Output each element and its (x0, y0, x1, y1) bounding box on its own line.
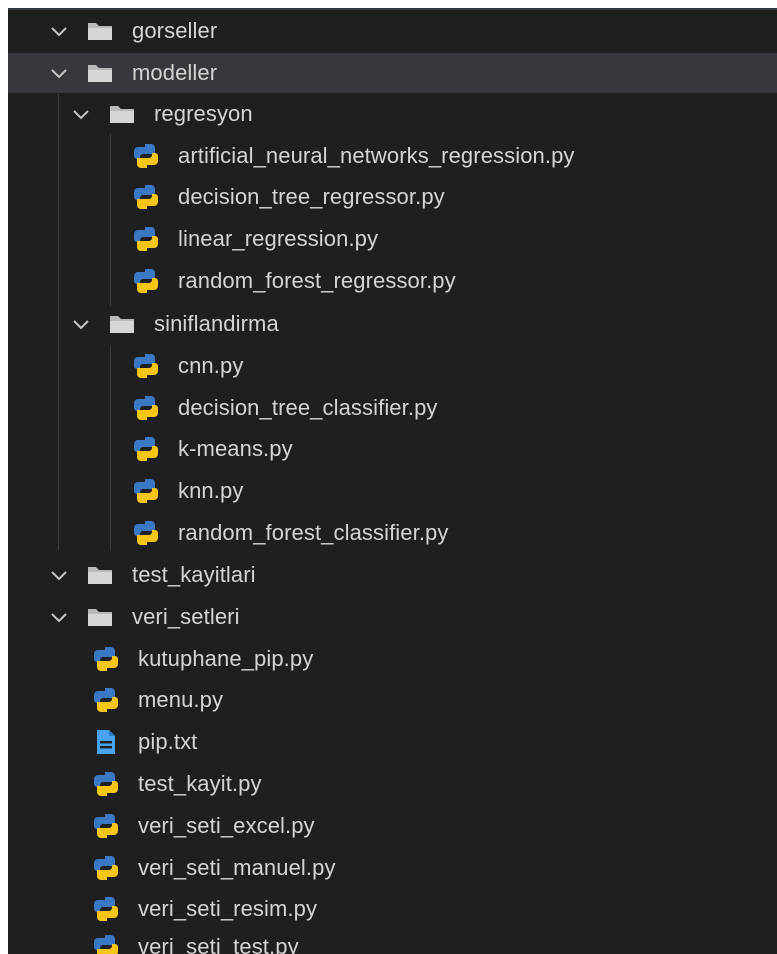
file-label: random_forest_classifier.py (178, 520, 449, 545)
file-row[interactable]: veri_seti_manuel.py (8, 848, 777, 888)
file-row[interactable]: decision_tree_regressor.py (8, 177, 777, 217)
file-explorer-tree: gorseller modeller regresyon artificial_… (8, 8, 777, 954)
python-icon (92, 812, 120, 840)
python-icon (92, 686, 120, 714)
file-row[interactable]: decision_tree_classifier.py (8, 388, 777, 428)
chevron-down-icon[interactable] (70, 313, 92, 335)
file-label: veri_seti_excel.py (138, 813, 315, 838)
folder-icon (86, 564, 114, 586)
file-row[interactable]: test_kayit.py (8, 764, 777, 804)
folder-regresyon[interactable]: regresyon (8, 94, 777, 134)
python-icon (92, 854, 120, 882)
folder-label: siniflandirma (154, 311, 279, 336)
text-file-icon (92, 728, 120, 756)
python-icon (132, 267, 160, 295)
file-row[interactable]: menu.py (8, 680, 777, 720)
folder-modeller[interactable]: modeller (8, 53, 777, 93)
file-row[interactable]: kutuphane_pip.py (8, 639, 777, 679)
python-icon (132, 352, 160, 380)
folder-label: veri_setleri (132, 604, 240, 629)
chevron-down-icon[interactable] (48, 564, 70, 586)
folder-label: modeller (132, 60, 218, 85)
file-row[interactable]: random_forest_classifier.py (8, 513, 777, 553)
file-label: veri_seti_test.py (138, 934, 299, 954)
python-icon (92, 770, 120, 798)
file-row[interactable]: veri_seti_excel.py (8, 806, 777, 846)
python-icon (132, 477, 160, 505)
folder-label: test_kayitlari (132, 562, 256, 587)
file-row[interactable]: linear_regression.py (8, 219, 777, 259)
file-label: kutuphane_pip.py (138, 646, 314, 671)
chevron-down-icon[interactable] (48, 606, 70, 628)
file-row[interactable]: pip.txt (8, 722, 777, 762)
folder-veri-setleri[interactable]: veri_setleri (8, 597, 777, 637)
file-label: decision_tree_regressor.py (178, 184, 445, 209)
folder-label: regresyon (154, 101, 253, 126)
file-label: random_forest_regressor.py (178, 268, 456, 293)
file-row[interactable]: cnn.py (8, 346, 777, 386)
file-label: pip.txt (138, 729, 198, 754)
file-row[interactable]: veri_seti_test.py (8, 927, 777, 954)
file-label: cnn.py (178, 353, 244, 378)
folder-label: gorseller (132, 18, 218, 43)
chevron-down-icon[interactable] (70, 103, 92, 125)
python-icon (132, 225, 160, 253)
file-label: decision_tree_classifier.py (178, 395, 438, 420)
python-icon (92, 933, 120, 954)
folder-icon (108, 103, 136, 125)
chevron-down-icon[interactable] (48, 62, 70, 84)
file-row[interactable]: random_forest_regressor.py (8, 261, 777, 301)
python-icon (132, 142, 160, 170)
file-label: menu.py (138, 687, 224, 712)
python-icon (132, 435, 160, 463)
file-label: k-means.py (178, 436, 293, 461)
folder-test-kayitlari[interactable]: test_kayitlari (8, 555, 777, 595)
folder-icon (86, 20, 114, 42)
file-row[interactable]: veri_seti_resim.py (8, 889, 777, 929)
folder-siniflandirma[interactable]: siniflandirma (8, 304, 777, 344)
python-icon (132, 183, 160, 211)
folder-icon (108, 313, 136, 335)
file-label: veri_seti_resim.py (138, 896, 318, 921)
folder-gorseller[interactable]: gorseller (8, 11, 777, 51)
chevron-down-icon[interactable] (48, 20, 70, 42)
file-row[interactable]: knn.py (8, 471, 777, 511)
file-label: knn.py (178, 478, 244, 503)
file-label: linear_regression.py (178, 226, 379, 251)
folder-icon (86, 62, 114, 84)
file-label: veri_seti_manuel.py (138, 855, 336, 880)
file-row[interactable]: k-means.py (8, 429, 777, 469)
folder-icon (86, 606, 114, 628)
python-icon (132, 519, 160, 547)
file-label: artificial_neural_networks_regression.py (178, 143, 575, 168)
python-icon (132, 394, 160, 422)
file-row[interactable]: artificial_neural_networks_regression.py (8, 136, 777, 176)
python-icon (92, 895, 120, 923)
file-label: test_kayit.py (138, 771, 262, 796)
python-icon (92, 645, 120, 673)
